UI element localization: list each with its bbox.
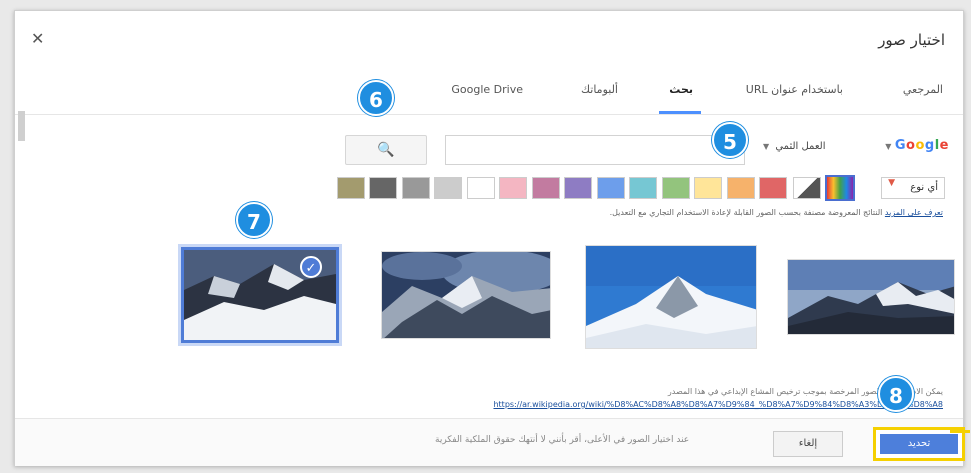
color-swatch[interactable] [694, 177, 722, 199]
color-swatch[interactable] [726, 177, 755, 199]
learn-more-link[interactable]: تعرف على المزيد [885, 208, 943, 217]
mountain-image [788, 260, 954, 334]
selected-check-icon: ✓ [300, 256, 322, 278]
search-input[interactable] [445, 135, 745, 165]
color-swatch[interactable] [629, 177, 657, 199]
color-swatch[interactable] [336, 177, 365, 199]
license-filter[interactable]: العمل الثمي ▼ [763, 141, 826, 152]
image-result[interactable] [381, 251, 551, 339]
mountain-image [586, 246, 756, 348]
tab-google-drive[interactable]: Google Drive [451, 83, 523, 96]
scrollbar[interactable] [18, 111, 25, 141]
license-filter-label: العمل الثمي [775, 141, 826, 152]
image-result[interactable] [585, 245, 757, 349]
cancel-button[interactable]: إلغاء [773, 431, 843, 457]
image-result-selected[interactable]: ✓ [181, 247, 339, 343]
search-button[interactable]: 🔍 [345, 135, 427, 165]
callout-badge-5: 5 [712, 122, 748, 158]
tab-bar: المرجعي باستخدام عنوان URL بحث ألبوماتك … [15, 71, 963, 115]
color-swatch[interactable] [499, 177, 527, 199]
close-icon[interactable]: ✕ [31, 29, 44, 48]
callout-badge-8: 8 [878, 376, 914, 412]
color-swatch[interactable] [759, 177, 787, 199]
tab-upload[interactable]: المرجعي [903, 83, 943, 96]
active-tab-indicator [659, 111, 701, 114]
license-notice: تعرف على المزيد النتائج المعروضة مصنفة ب… [610, 208, 943, 217]
tab-search[interactable]: بحث [669, 83, 693, 96]
google-logo[interactable]: ▼ Google [885, 138, 949, 153]
color-swatch[interactable] [401, 177, 430, 199]
image-picker-dialog: اختيار صور ✕ المرجعي باستخدام عنوان URL … [14, 10, 965, 466]
dialog-title: اختيار صور [878, 31, 945, 49]
tab-url[interactable]: باستخدام عنوان URL [746, 83, 843, 96]
mountain-image [382, 252, 550, 338]
chevron-down-icon: ▼ [763, 142, 770, 151]
color-swatch[interactable] [564, 177, 592, 199]
color-swatch-transparent[interactable] [793, 177, 821, 199]
color-swatch[interactable] [434, 177, 462, 199]
callout-badge-7: 7 [236, 202, 272, 238]
color-swatch[interactable] [466, 177, 495, 199]
chevron-down-icon[interactable]: ▼ [888, 178, 895, 188]
color-swatch[interactable] [596, 177, 625, 199]
search-icon: 🔍 [377, 142, 395, 158]
chevron-down-icon: ▼ [885, 142, 892, 151]
color-swatch[interactable] [369, 177, 397, 199]
color-swatch[interactable] [531, 177, 560, 199]
select-button[interactable]: تحديد [880, 434, 958, 454]
highlight-pointer [950, 430, 970, 433]
license-notice-text: النتائج المعروضة مصنفة بحسب الصور القابل… [609, 208, 883, 217]
color-swatch[interactable] [661, 177, 690, 199]
source-link[interactable]: https://ar.wikipedia.org/wiki/%D8%AC%D8%… [493, 400, 943, 409]
color-swatch-multicolor[interactable] [825, 175, 855, 201]
image-result[interactable] [787, 259, 955, 335]
footer-note: عند اختيار الصور في الأعلى، أقر بأنني لا… [435, 435, 690, 445]
callout-badge-6: 6 [358, 80, 394, 116]
tab-albums[interactable]: ألبوماتك [581, 83, 618, 96]
